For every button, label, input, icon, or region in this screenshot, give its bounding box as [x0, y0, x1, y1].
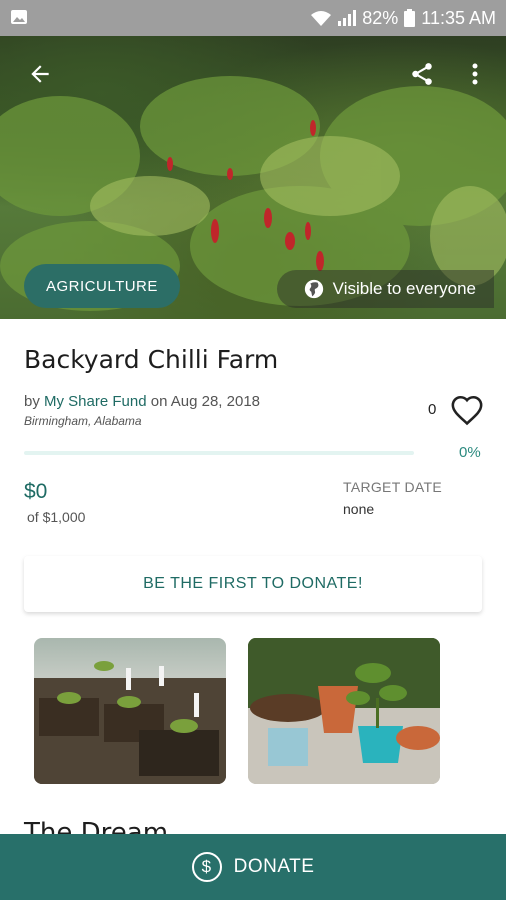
- visibility-label: Visible to everyone: [332, 279, 476, 298]
- back-button[interactable]: [20, 54, 60, 94]
- clock: 11:35 AM: [421, 7, 496, 28]
- dollar-icon: $: [191, 852, 222, 882]
- byline: by My Share Fund on Aug 28, 2018: [24, 393, 260, 410]
- hero-image: AGRICULTURE Visible to everyone: [0, 36, 506, 319]
- visibility-chip: Visible to everyone: [276, 270, 494, 308]
- globe-icon: [304, 279, 323, 299]
- image-icon: [11, 10, 27, 24]
- donate-button[interactable]: $ DONATE: [0, 834, 506, 900]
- more-options-button[interactable]: [455, 54, 495, 94]
- seedling-trays-photo: [34, 661, 226, 784]
- battery-icon: [404, 9, 416, 27]
- funding-goal: of $1,000: [27, 509, 86, 525]
- share-button[interactable]: [402, 54, 442, 94]
- by-prefix: by: [24, 393, 40, 410]
- signal-icon: [338, 10, 357, 26]
- status-bar: 82% 11:35 AM: [0, 0, 506, 36]
- battery-percent: 82%: [362, 7, 399, 28]
- heart-icon[interactable]: [450, 394, 484, 426]
- potting-supplies-photo: [248, 638, 440, 784]
- campaign-location: Birmingham, Alabama: [24, 414, 142, 428]
- author-link[interactable]: My Share Fund: [44, 393, 147, 410]
- target-date-label: TARGET DATE: [343, 479, 442, 495]
- back-arrow-icon: [31, 65, 49, 83]
- first-donate-button[interactable]: BE THE FIRST TO DONATE!: [24, 556, 482, 612]
- gallery-image-potting[interactable]: [248, 638, 440, 784]
- amount-raised: $0: [24, 480, 48, 503]
- donate-label: DONATE: [233, 856, 315, 877]
- more-vert-icon: [472, 63, 478, 85]
- share-icon: [412, 63, 432, 85]
- category-chip[interactable]: AGRICULTURE: [24, 264, 180, 308]
- campaign-title: Backyard Chilli Farm: [24, 345, 279, 374]
- like-count: 0: [428, 401, 437, 418]
- campaign-date: Aug 28, 2018: [170, 393, 261, 410]
- gallery-image-seedlings[interactable]: [34, 638, 226, 784]
- wifi-icon: [311, 11, 332, 26]
- target-date-value: none: [343, 501, 375, 517]
- funding-percent: 0%: [459, 444, 481, 461]
- funding-progress-bar: [24, 451, 414, 455]
- date-prefix: on: [150, 393, 168, 410]
